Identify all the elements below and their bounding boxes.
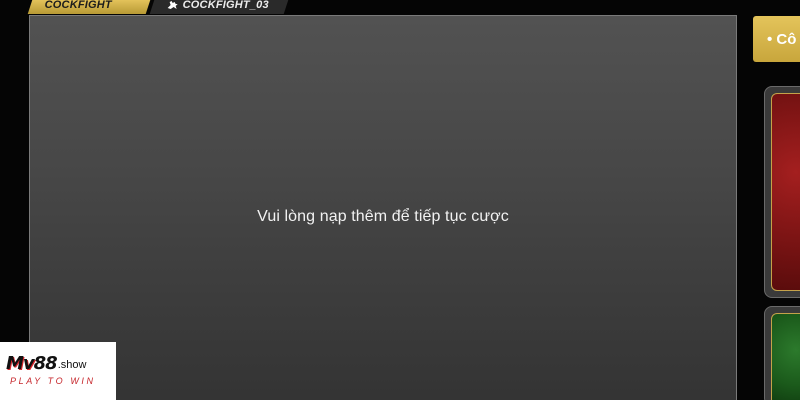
logo-number-text: 88 xyxy=(33,353,58,374)
bet-option-green[interactable] xyxy=(764,306,800,400)
logo-domain-text: .show xyxy=(57,359,87,371)
logo-tagline: PLAY TO WIN xyxy=(10,376,96,386)
logo-brand-text: Mv xyxy=(6,353,35,374)
brand-watermark-logo: Mv 88 .show PLAY TO WIN xyxy=(0,342,116,400)
tab-cockfight-03[interactable]: COCKFIGHT_03 xyxy=(149,0,289,14)
bet-option-red[interactable] xyxy=(764,86,800,298)
side-panel-header[interactable]: • Cô xyxy=(753,16,800,62)
tab-cockfight[interactable]: COCKFIGHT xyxy=(27,0,151,14)
table-tab-bar: COCKFIGHT COCKFIGHT_03 xyxy=(27,0,289,14)
bet-option-red-face xyxy=(771,93,800,291)
app-root: COCKFIGHT COCKFIGHT_03 Vui lòng nạp thêm… xyxy=(0,0,800,400)
video-panel: Vui lòng nạp thêm để tiếp tục cược xyxy=(29,15,737,400)
bet-option-green-face xyxy=(771,313,800,400)
side-panel-header-label: • Cô xyxy=(767,30,797,48)
rooster-icon xyxy=(167,0,179,10)
tab-cockfight-label: COCKFIGHT xyxy=(44,0,112,11)
deposit-notice-message: Vui lòng nạp thêm để tiếp tục cược xyxy=(257,208,509,225)
tab-cockfight-03-label: COCKFIGHT_03 xyxy=(182,0,269,11)
